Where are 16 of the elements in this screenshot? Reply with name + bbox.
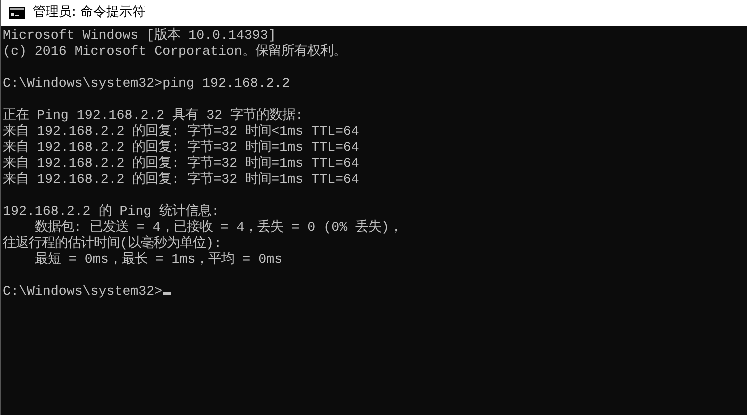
console-line: 往返行程的估计时间(以毫秒为单位): [3,236,222,252]
console-line: 192.168.2.2 的 Ping 统计信息: [3,204,220,220]
console-line: 来自 192.168.2.2 的回复: 字节=32 时间=1ms TTL=64 [3,172,360,188]
console-line: 来自 192.168.2.2 的回复: 字节=32 时间<1ms TTL=64 [3,124,360,140]
console-prompt: C:\Windows\system32> [3,284,163,300]
console-line: 来自 192.168.2.2 的回复: 字节=32 时间=1ms TTL=64 [3,156,360,172]
console-line: 来自 192.168.2.2 的回复: 字节=32 时间=1ms TTL=64 [3,140,360,156]
text-cursor [162,292,171,295]
window-title: 管理员: 命令提示符 [33,4,146,22]
console-line: (c) 2016 Microsoft Corporation。保留所有权利。 [3,44,346,60]
console-icon [9,7,25,19]
console-line: 正在 Ping 192.168.2.2 具有 32 字节的数据: [3,108,304,124]
console-line: 数据包: 已发送 = 4，已接收 = 4，丢失 = 0 (0% 丢失)， [34,220,403,236]
console-line: 最短 = 0ms，最长 = 1ms，平均 = 0ms [34,252,283,268]
console-line: Microsoft Windows [版本 10.0.14393] [3,28,276,44]
console-line: C:\Windows\system32>ping 192.168.2.2 [3,76,290,92]
